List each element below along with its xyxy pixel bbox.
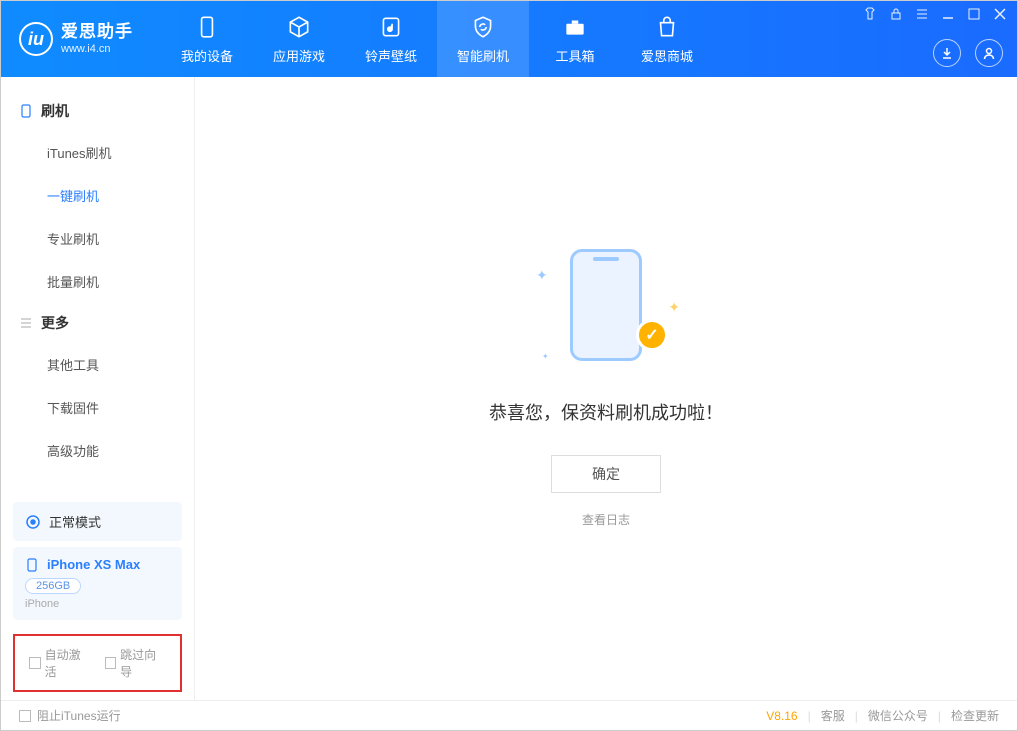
tab-label: 应用游戏 [273,46,325,65]
main-tabs: 我的设备 应用游戏 铃声壁纸 智能刷机 工具箱 爱思商城 [161,1,713,77]
main-content: ✓ ✦ ✦ ✦ 恭喜您，保资料刷机成功啦！ 确定 查看日志 [195,77,1017,700]
minimize-icon[interactable] [941,7,955,21]
close-icon[interactable] [993,7,1007,21]
phone-small-icon [25,558,39,572]
logo[interactable]: iu 爱思助手 www.i4.cn [1,22,151,56]
device-icon [19,104,33,118]
download-button[interactable] [933,39,961,67]
tab-my-device[interactable]: 我的设备 [161,1,253,77]
section-flash: 刷机 [1,91,194,131]
tab-label: 我的设备 [181,46,233,65]
nav-other-tools[interactable]: 其他工具 [1,343,194,386]
tab-store[interactable]: 爱思商城 [621,1,713,77]
lock-icon[interactable] [889,7,903,21]
checkbox-icon [29,657,41,669]
nav-itunes-flash[interactable]: iTunes刷机 [1,131,194,174]
checkbox-label: 跳过向导 [120,646,166,680]
app-title: 爱思助手 [61,22,133,42]
separator: | [808,709,811,723]
device-mode-box[interactable]: 正常模式 [13,502,182,541]
nav-advanced[interactable]: 高级功能 [1,429,194,472]
success-illustration: ✓ ✦ ✦ ✦ [546,249,666,369]
sparkle-icon: ✦ [542,352,549,361]
separator: | [855,709,858,723]
view-log-link[interactable]: 查看日志 [582,511,630,528]
checkbox-icon [19,710,31,722]
app-subtitle: www.i4.cn [61,43,133,56]
wechat-link[interactable]: 微信公众号 [868,707,928,724]
phone-graphic [570,249,642,361]
app-header: iu 爱思助手 www.i4.cn 我的设备 应用游戏 铃声壁纸 智能刷机 工具… [1,1,1017,77]
device-type: iPhone [25,598,170,610]
checkbox-auto-activate[interactable]: 自动激活 [29,646,91,680]
mode-icon [25,514,41,530]
ok-button[interactable]: 确定 [551,455,661,493]
sidebar: 刷机 iTunes刷机 一键刷机 专业刷机 批量刷机 更多 其他工具 下载固件 … [1,77,195,700]
tab-label: 智能刷机 [457,46,509,65]
music-note-icon [378,14,404,40]
section-label: 刷机 [41,101,69,121]
menu-icon[interactable] [915,7,929,21]
maximize-icon[interactable] [967,7,981,21]
support-link[interactable]: 客服 [821,707,845,724]
checkbox-skip-guide[interactable]: 跳过向导 [105,646,167,680]
tab-toolbox[interactable]: 工具箱 [529,1,621,77]
cube-icon [286,14,312,40]
tab-label: 铃声壁纸 [365,46,417,65]
status-bar: 阻止iTunes运行 V8.16 | 客服 | 微信公众号 | 检查更新 [1,700,1017,730]
mode-label: 正常模式 [49,512,101,531]
sparkle-icon: ✦ [536,267,548,284]
refresh-shield-icon [470,14,496,40]
tab-ringtones[interactable]: 铃声壁纸 [345,1,437,77]
checkbox-icon [105,657,117,669]
separator: | [938,709,941,723]
version-label: V8.16 [766,709,797,723]
list-icon [19,316,33,330]
sparkle-icon: ✦ [668,299,680,316]
check-update-link[interactable]: 检查更新 [951,707,999,724]
nav-batch-flash[interactable]: 批量刷机 [1,260,194,303]
highlighted-options: 自动激活 跳过向导 [13,634,182,692]
checkbox-label: 自动激活 [45,646,91,680]
success-message: 恭喜您，保资料刷机成功啦！ [489,399,723,425]
checkbox-block-itunes[interactable]: 阻止iTunes运行 [19,707,121,724]
tab-flash[interactable]: 智能刷机 [437,1,529,77]
check-badge-icon: ✓ [636,319,668,351]
section-label: 更多 [41,313,69,333]
checkbox-label: 阻止iTunes运行 [37,707,121,724]
bag-icon [654,14,680,40]
tab-label: 工具箱 [555,46,594,65]
section-more: 更多 [1,303,194,343]
tab-apps[interactable]: 应用游戏 [253,1,345,77]
toolbox-icon [562,14,588,40]
logo-icon: iu [19,22,53,56]
nav-pro-flash[interactable]: 专业刷机 [1,217,194,260]
phone-icon [194,14,220,40]
device-info-box[interactable]: iPhone XS Max 256GB iPhone [13,547,182,620]
user-button[interactable] [975,39,1003,67]
shirt-icon[interactable] [863,7,877,21]
nav-one-click-flash[interactable]: 一键刷机 [1,174,194,217]
storage-badge: 256GB [25,578,81,594]
device-name-label: iPhone XS Max [47,557,140,572]
nav-download-firmware[interactable]: 下载固件 [1,386,194,429]
tab-label: 爱思商城 [641,46,693,65]
